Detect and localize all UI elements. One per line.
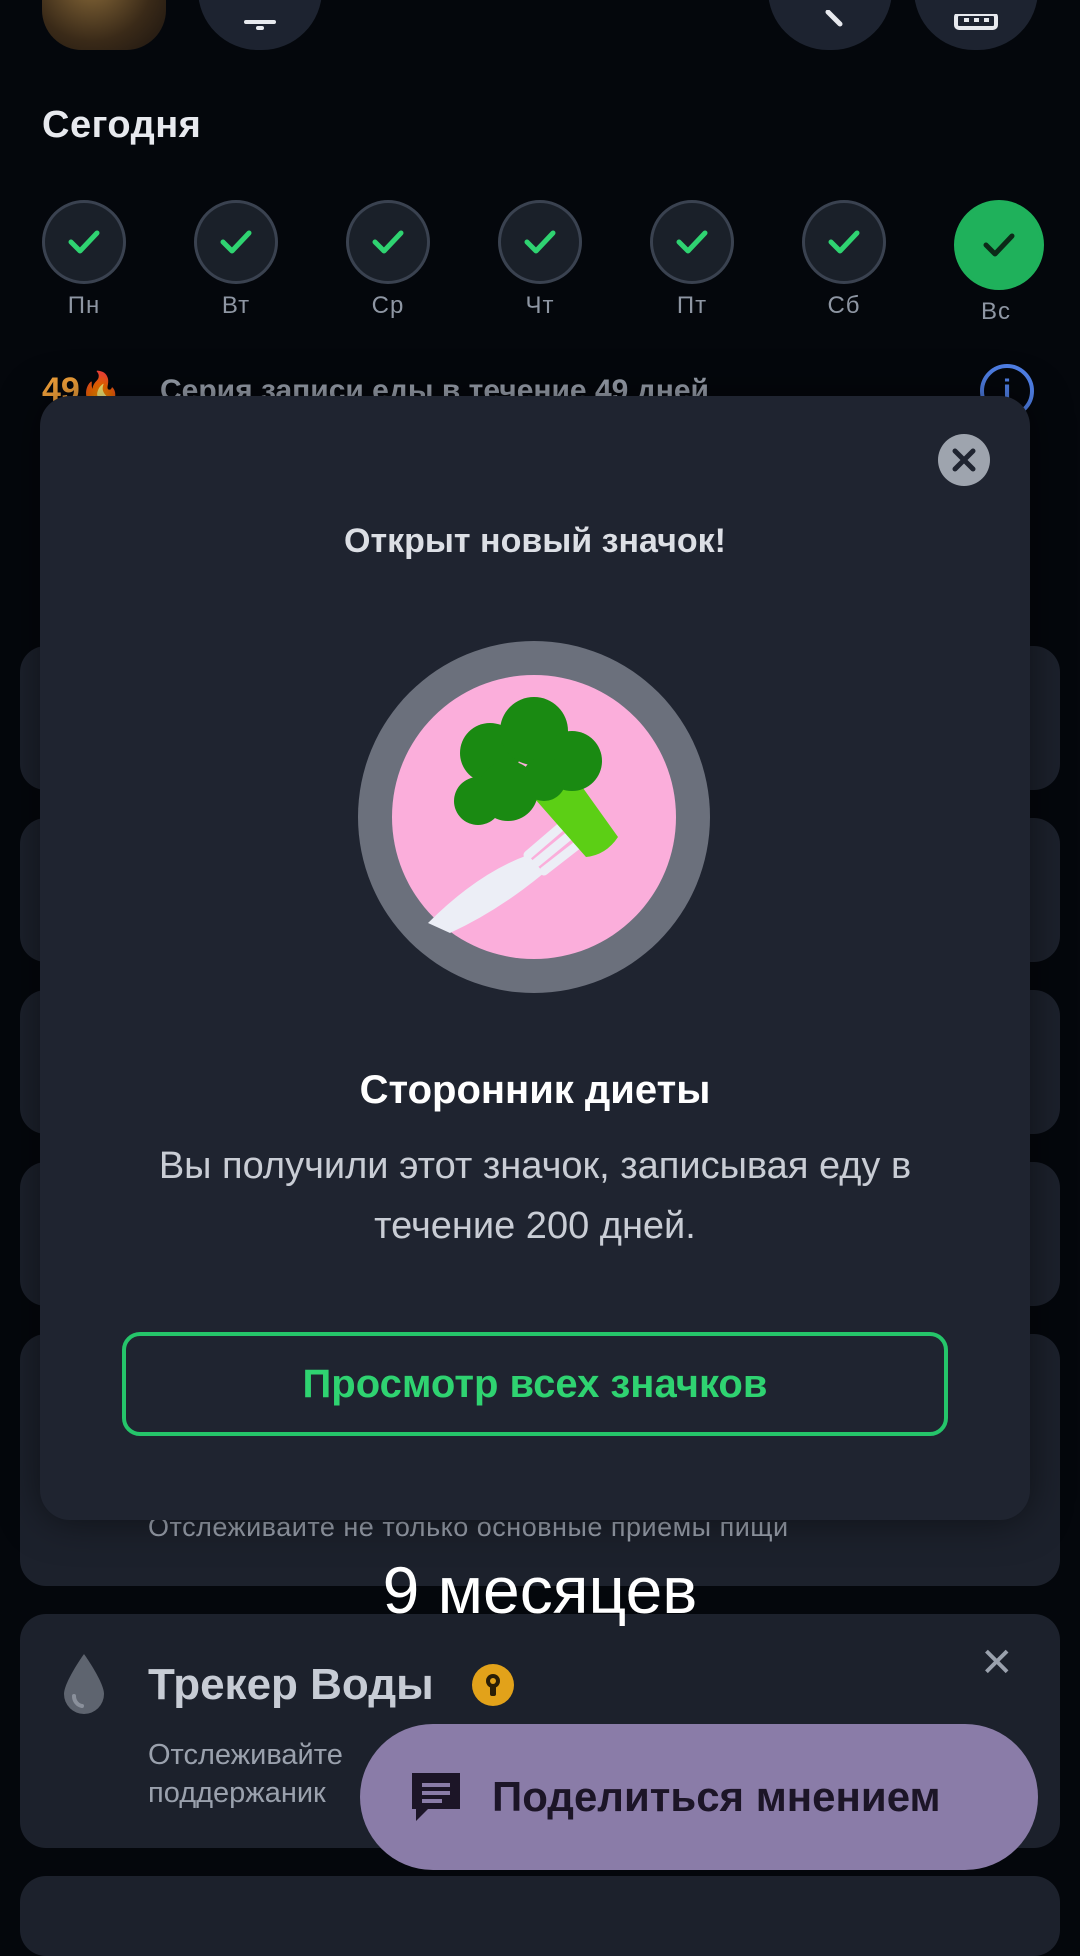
share-feedback-button[interactable]: Поделиться мнением <box>360 1724 1038 1870</box>
modal-title: Открыт новый значок! <box>344 522 726 560</box>
badge-description: Вы получили этот значок, записывая еду в… <box>158 1145 912 1247</box>
day-5[interactable]: Сб <box>802 200 886 320</box>
day-4[interactable]: Пт <box>650 200 734 320</box>
day-check-circle <box>650 200 734 284</box>
day-label: Вс <box>980 298 1011 325</box>
checkmark-icon <box>68 230 100 254</box>
lock-icon <box>472 1664 514 1706</box>
modal-close-button[interactable] <box>938 434 990 486</box>
checkmark-icon <box>524 230 556 254</box>
chat-bubble-icon <box>412 1773 460 1821</box>
overlay-caption: 9 месяцев <box>382 1553 698 1627</box>
checkmark-icon <box>372 230 404 254</box>
water-card-title: Трекер Воды <box>148 1660 434 1709</box>
broccoli-badge-icon <box>358 641 710 993</box>
page-title: Сегодня <box>42 104 202 146</box>
water-card-description: Отслеживайте поддержаник <box>148 1739 343 1809</box>
day-1[interactable]: Вт <box>194 200 278 320</box>
day-label: Пт <box>676 292 708 319</box>
share-feedback-label: Поделиться мнением <box>492 1773 941 1820</box>
checkmark-icon <box>983 233 1015 257</box>
day-label: Чт <box>525 292 555 319</box>
day-label: Вт <box>221 292 251 319</box>
checkmark-icon <box>676 230 708 254</box>
view-all-badges-button[interactable]: Просмотр всех значков <box>122 1332 948 1436</box>
tracker-card[interactable] <box>20 1876 1060 1956</box>
close-icon <box>952 448 976 472</box>
day-label: Пн <box>67 292 101 319</box>
profile-avatar[interactable] <box>42 0 166 50</box>
bell-icon <box>244 20 276 30</box>
day-3[interactable]: Чт <box>498 200 582 320</box>
badge-name: Сторонник диеты <box>359 1068 711 1112</box>
search-button[interactable] <box>768 0 892 50</box>
day-6[interactable]: Вс <box>954 200 1044 326</box>
day-check-circle <box>346 200 430 284</box>
day-check-circle <box>498 200 582 284</box>
day-0[interactable]: Пн <box>42 200 126 320</box>
notifications-button[interactable] <box>198 0 322 50</box>
day-check-circle <box>42 200 126 284</box>
water-drop-icon <box>60 1652 108 1721</box>
close-icon[interactable]: ✕ <box>980 1640 1014 1686</box>
day-label: Ср <box>371 292 405 319</box>
day-label: Сб <box>827 292 861 319</box>
day-check-circle <box>954 200 1044 290</box>
checkmark-icon <box>828 230 860 254</box>
search-icon <box>825 10 843 27</box>
day-2[interactable]: Ср <box>346 200 430 320</box>
checkmark-icon <box>220 230 252 254</box>
day-check-circle <box>194 200 278 284</box>
calendar-button[interactable] <box>914 0 1038 50</box>
calendar-icon <box>954 14 998 30</box>
day-check-circle <box>802 200 886 284</box>
